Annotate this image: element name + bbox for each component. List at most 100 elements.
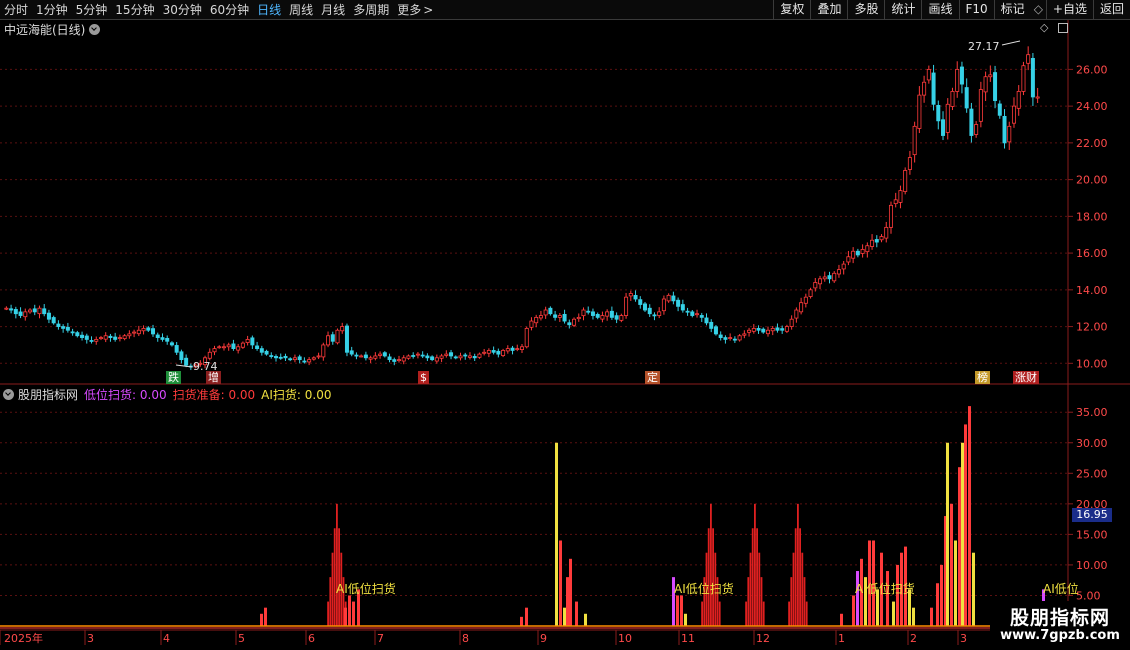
candle-body — [732, 338, 737, 341]
candle-body — [316, 355, 321, 358]
candle-body — [505, 348, 510, 352]
candle-body — [680, 304, 685, 311]
candle-body — [543, 309, 548, 316]
timeline-label: 7 — [377, 632, 384, 645]
candle-body — [803, 296, 808, 304]
indicator-spike — [745, 601, 747, 626]
chevron-down-icon[interactable] — [89, 24, 101, 35]
candle-body — [472, 356, 477, 359]
candle-body — [609, 310, 614, 318]
timeline-label: 9 — [540, 632, 547, 645]
candle-body — [922, 81, 927, 96]
candle-body — [799, 302, 804, 313]
candle-body — [226, 344, 231, 348]
candle-body — [477, 353, 482, 358]
event-marker-3[interactable]: 定 — [645, 371, 660, 384]
candle-body — [28, 309, 33, 313]
window-icon[interactable] — [1057, 23, 1068, 33]
candle-body — [666, 294, 671, 302]
candle-body — [1035, 96, 1040, 99]
indicator-spike — [803, 577, 806, 626]
event-marker-1[interactable]: 增 — [206, 371, 221, 384]
price-tick-label: 22.00 — [1076, 137, 1108, 150]
indicator-bar — [264, 607, 267, 626]
candle-body — [430, 356, 435, 361]
chevron-down-icon[interactable] — [3, 389, 14, 400]
event-marker-4[interactable]: 榜 — [975, 371, 990, 384]
indicator-spike — [799, 528, 801, 626]
candle-body — [415, 353, 420, 356]
candle-body — [307, 359, 312, 363]
candle-body — [434, 357, 439, 362]
candle-body — [501, 350, 506, 356]
candle-body — [936, 105, 941, 122]
panel-icons: ◇ — [1040, 21, 1068, 34]
candle-body — [642, 303, 647, 311]
price-tick-label: 14.00 — [1076, 284, 1108, 297]
candle-body — [344, 325, 349, 353]
timeline-label: 6 — [308, 632, 315, 645]
candle-body — [340, 326, 345, 332]
candle-body — [657, 311, 662, 316]
candle-body — [846, 256, 851, 263]
indicator-bar — [936, 583, 939, 626]
indicator-bar — [525, 607, 528, 626]
watermark: 股朋指标网 www.7gpzb.com — [990, 601, 1130, 650]
indicator-spike — [792, 552, 795, 626]
event-marker-0[interactable]: 跌 — [166, 371, 181, 384]
candle-body — [482, 351, 487, 354]
indicator-bar — [676, 595, 679, 626]
indicator-bar — [950, 503, 953, 626]
candle-body — [425, 355, 430, 359]
candle-body — [84, 335, 89, 340]
candle-body — [146, 327, 151, 331]
candle-body — [557, 315, 562, 318]
candle-body — [515, 348, 520, 351]
candle-body — [671, 295, 676, 302]
timeline-label: 10 — [618, 632, 632, 645]
signal-label: AI低位扫货 — [674, 581, 734, 596]
indicator-spike — [338, 528, 340, 626]
indicator-spike — [707, 528, 710, 626]
candle-body — [382, 352, 387, 357]
stock-title-bar: 中远海能(日线) — [4, 21, 101, 38]
price-tick-label: 26.00 — [1076, 63, 1108, 76]
price-tick-label: 10.00 — [1076, 357, 1108, 370]
indicator-name[interactable]: 股朋指标网 — [18, 386, 78, 403]
candle-body — [704, 317, 709, 324]
indicator-bar — [961, 442, 964, 626]
candle-body — [1016, 91, 1021, 109]
candle-body — [269, 355, 274, 357]
candle-body — [624, 296, 629, 316]
candle-body — [851, 250, 856, 259]
diamond-icon[interactable]: ◇ — [1040, 21, 1048, 34]
candle-body — [321, 344, 326, 358]
indicator-bar — [566, 577, 569, 626]
event-marker-5[interactable]: 涨财 — [1013, 371, 1039, 384]
indicator-bar — [352, 601, 355, 626]
candle-body — [723, 337, 728, 340]
event-marker-2[interactable]: $ — [418, 371, 429, 384]
signal-label: AI低位扫货 — [855, 581, 915, 596]
indicator-tick-label: 25.00 — [1076, 467, 1108, 480]
candle-body — [283, 355, 288, 359]
candle-body — [439, 355, 444, 359]
indicator-bar — [260, 613, 263, 626]
candle-body — [302, 360, 307, 363]
candle-body — [184, 357, 189, 366]
indicator-bar — [964, 424, 967, 626]
candle-body — [988, 74, 993, 78]
indicator-spike — [751, 528, 754, 626]
candle-body — [330, 334, 335, 342]
candle-body — [605, 311, 610, 317]
candle-body — [756, 328, 761, 331]
indicator-spike — [331, 552, 334, 626]
candle-body — [392, 359, 397, 362]
indicator-bar — [886, 571, 889, 626]
candle-body — [486, 350, 491, 354]
indicator-spike — [336, 503, 338, 626]
timeline-label: 2025年 — [4, 631, 43, 645]
candle-body — [165, 337, 170, 342]
candle-body — [898, 190, 903, 203]
price-tick-label: 16.00 — [1076, 247, 1108, 260]
